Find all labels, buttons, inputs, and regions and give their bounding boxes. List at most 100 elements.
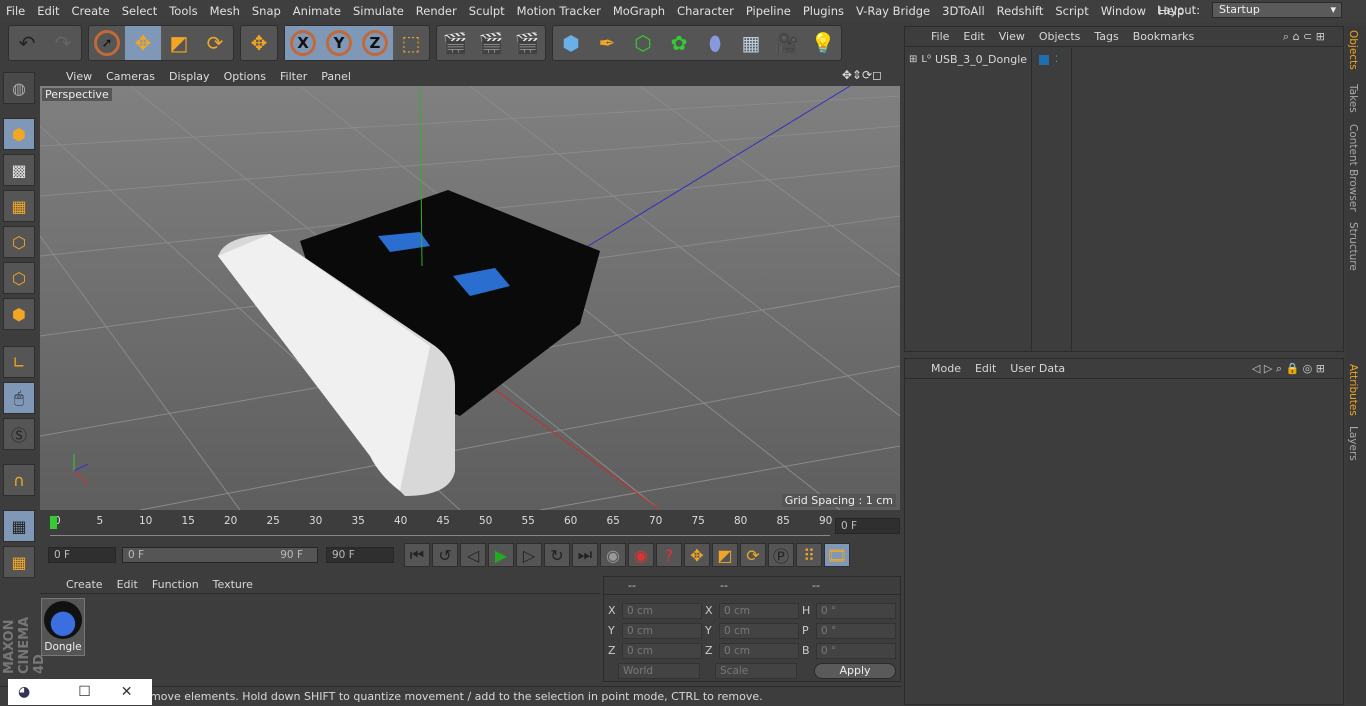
menu-mesh[interactable]: Mesh bbox=[204, 4, 246, 18]
previous-key-icon[interactable]: ↺ bbox=[432, 543, 458, 567]
playhead[interactable] bbox=[50, 516, 57, 529]
object-name[interactable]: USB_3_0_Dongle bbox=[935, 53, 1027, 66]
autokey-icon[interactable]: ◉ bbox=[628, 543, 654, 567]
close-icon[interactable]: ✕ bbox=[121, 684, 133, 700]
menu-select[interactable]: Select bbox=[116, 4, 163, 18]
menu-motion-tracker[interactable]: Motion Tracker bbox=[511, 4, 607, 18]
layer-color-tag[interactable] bbox=[1039, 54, 1049, 65]
move-axis-icon[interactable]: ✥ bbox=[241, 26, 277, 60]
expand-icon[interactable]: ⊞ bbox=[909, 54, 917, 65]
objects-menu-file[interactable]: File bbox=[931, 30, 949, 43]
start-frame-field[interactable]: 0 F bbox=[48, 547, 116, 563]
record-keys-icon[interactable]: ◉ bbox=[600, 543, 626, 567]
material-menu-create[interactable]: Create bbox=[66, 578, 103, 591]
coordinate-field[interactable]: 0 cm bbox=[719, 643, 799, 659]
coordinate-field[interactable]: 0 cm bbox=[622, 623, 702, 639]
z-axis-toggle[interactable]: Z bbox=[357, 26, 393, 60]
objects-menu-bookmarks[interactable]: Bookmarks bbox=[1133, 30, 1194, 43]
rotate-tool-icon[interactable]: ⟳ bbox=[197, 26, 233, 60]
menu-script[interactable]: Script bbox=[1049, 4, 1094, 18]
deformer-icon[interactable]: ⬮ bbox=[697, 26, 733, 60]
menu-sculpt[interactable]: Sculpt bbox=[463, 4, 511, 18]
render-view-icon[interactable]: 🎬 bbox=[437, 26, 473, 60]
tab-takes[interactable]: Takes bbox=[1347, 84, 1359, 113]
coordinate-field[interactable]: 0 ° bbox=[816, 603, 896, 619]
key-pla-icon[interactable]: ⠿ bbox=[796, 543, 822, 567]
cube-icon[interactable]: ⬢ bbox=[553, 26, 589, 60]
light-icon[interactable]: 💡 bbox=[805, 26, 841, 60]
next-frame-icon[interactable]: ▷ bbox=[516, 543, 542, 567]
objects-menu-view[interactable]: View bbox=[999, 30, 1025, 43]
menu-character[interactable]: Character bbox=[671, 4, 740, 18]
visibility-dots-icon[interactable]: ⁚ bbox=[1055, 55, 1058, 65]
current-frame-field[interactable]: 0 F bbox=[835, 518, 900, 534]
coordinate-field[interactable]: 0 ° bbox=[816, 643, 896, 659]
menu-file[interactable]: File bbox=[0, 4, 31, 18]
material-menu-function[interactable]: Function bbox=[152, 578, 199, 591]
go-to-start-icon[interactable]: ⏮ bbox=[404, 543, 430, 567]
menu-edit[interactable]: Edit bbox=[31, 4, 65, 18]
attributes-menu-user-data[interactable]: User Data bbox=[1010, 362, 1065, 375]
previous-frame-icon[interactable]: ◁ bbox=[460, 543, 486, 567]
redo-icon[interactable]: ↷ bbox=[45, 26, 81, 60]
play-icon[interactable]: ▶ bbox=[488, 543, 514, 567]
move-tool-icon[interactable]: ✥ bbox=[125, 26, 161, 60]
object-row[interactable]: ⊞ L⁰ USB_3_0_Dongle ⁚ bbox=[909, 53, 1058, 66]
viewport[interactable]: Perspective Grid Spacing : 1 cm bbox=[40, 86, 900, 510]
tab-structure[interactable]: Structure bbox=[1347, 222, 1359, 271]
snap-icon[interactable]: Ⓢ bbox=[3, 418, 35, 450]
x-axis-toggle[interactable]: X bbox=[285, 26, 321, 60]
coordinate-field[interactable]: 0 cm bbox=[719, 623, 799, 639]
menu-render[interactable]: Render bbox=[410, 4, 463, 18]
viewport-menu-display[interactable]: Display bbox=[169, 70, 210, 83]
objects-menu-edit[interactable]: Edit bbox=[963, 30, 984, 43]
menu-tools[interactable]: Tools bbox=[163, 4, 203, 18]
viewport-nav-icons[interactable]: ✥⇕⟳◻ bbox=[842, 68, 882, 82]
lock-workplane-icon[interactable]: ▦ bbox=[3, 510, 35, 542]
viewport-menu-panel[interactable]: Panel bbox=[321, 70, 351, 83]
key-scale-icon[interactable]: ◩ bbox=[712, 543, 738, 567]
key-position-icon[interactable]: ✥ bbox=[684, 543, 710, 567]
coordinate-mode-dropdown[interactable]: Scale bbox=[715, 663, 797, 679]
attribute-tools-icons[interactable]: ◁ ▷ ⌕ 🔒 ◎ ⊞ bbox=[1252, 362, 1325, 376]
attributes-menu-mode[interactable]: Mode bbox=[931, 362, 961, 375]
menu-animate[interactable]: Animate bbox=[287, 4, 347, 18]
floor-icon[interactable]: ▦ bbox=[733, 26, 769, 60]
model-mode-icon[interactable]: ⬢ bbox=[3, 118, 35, 150]
coordinate-field[interactable]: 0 cm bbox=[622, 643, 702, 659]
tab-objects[interactable]: Objects bbox=[1347, 30, 1359, 70]
edges-mode-icon[interactable]: ⬡ bbox=[3, 262, 35, 294]
cloner-icon[interactable]: ✿ bbox=[661, 26, 697, 60]
layout-dropdown[interactable]: Startup bbox=[1212, 2, 1342, 18]
material-menu-edit[interactable]: Edit bbox=[117, 578, 138, 591]
range-slider[interactable]: 0 F 90 F bbox=[122, 547, 318, 563]
coordinate-space-dropdown[interactable]: World bbox=[618, 663, 700, 679]
objects-menu-objects[interactable]: Objects bbox=[1039, 30, 1081, 43]
texture-mode-icon[interactable]: ▩ bbox=[3, 154, 35, 186]
menu-window[interactable]: Window bbox=[1095, 4, 1152, 18]
menu-plugins[interactable]: Plugins bbox=[797, 4, 850, 18]
objects-menu-tags[interactable]: Tags bbox=[1094, 30, 1118, 43]
maximize-icon[interactable]: ☐ bbox=[78, 684, 91, 700]
pen-icon[interactable]: ✒ bbox=[589, 26, 625, 60]
viewport-menu-options[interactable]: Options bbox=[224, 70, 266, 83]
polygons-mode-icon[interactable]: ⬢ bbox=[3, 298, 35, 330]
coordinate-system-icon[interactable]: ⬚ bbox=[393, 26, 429, 60]
end-frame-field[interactable]: 90 F bbox=[326, 547, 394, 563]
render-settings-icon[interactable]: 🎬 bbox=[509, 26, 545, 60]
menu-pipeline[interactable]: Pipeline bbox=[740, 4, 797, 18]
select-tool-icon[interactable]: ➚ bbox=[89, 26, 125, 60]
tab-content-browser[interactable]: Content Browser bbox=[1347, 124, 1359, 212]
y-axis-toggle[interactable]: Y bbox=[321, 26, 357, 60]
tab-attributes[interactable]: Attributes bbox=[1347, 364, 1359, 416]
menu-redshift[interactable]: Redshift bbox=[991, 4, 1050, 18]
material-dongle[interactable]: Dongle bbox=[41, 598, 85, 656]
render-picture-viewer-icon[interactable]: 🎬 bbox=[473, 26, 509, 60]
timeline-ruler[interactable]: 0 5 10 15 20 25 30 35 40 45 50 55 60 65 70 75 80 85 90 bbox=[50, 514, 832, 536]
planar-workplane-icon[interactable]: ▦ bbox=[3, 546, 35, 578]
menu-create[interactable]: Create bbox=[66, 4, 116, 18]
next-key-icon[interactable]: ↻ bbox=[544, 543, 570, 567]
coordinate-field[interactable]: 0 cm bbox=[622, 603, 702, 619]
tweak-mode-icon[interactable]: 🖱 bbox=[3, 382, 35, 414]
coordinate-field[interactable]: 0 ° bbox=[816, 623, 896, 639]
